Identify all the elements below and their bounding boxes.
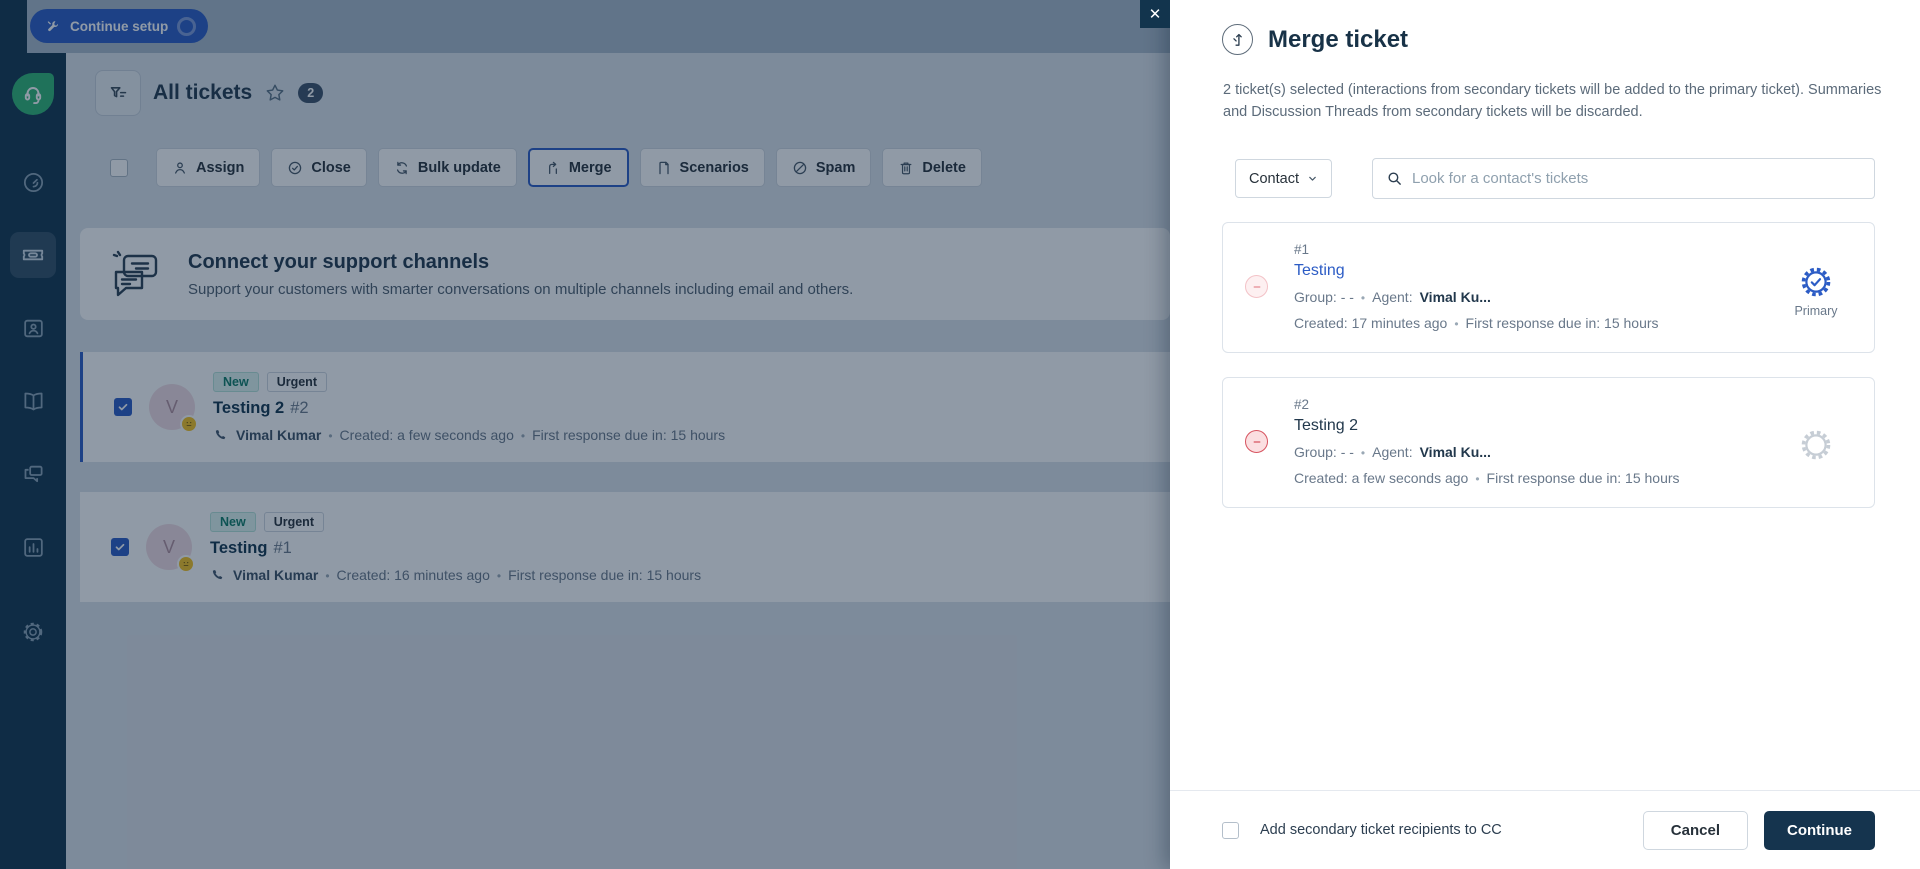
cc-checkbox-label: Add secondary ticket recipients to CC <box>1260 822 1502 838</box>
merge-circle-icon <box>1222 24 1253 55</box>
panel-title: Merge ticket <box>1268 25 1409 53</box>
separator-dot <box>1475 470 1479 486</box>
panel-footer: Add secondary ticket recipients to CC Ca… <box>1170 790 1920 869</box>
cancel-button[interactable]: Cancel <box>1642 810 1748 850</box>
separator-dot <box>1361 289 1365 305</box>
panel-description: 2 ticket(s) selected (interactions from … <box>1223 82 1882 121</box>
card-due: First response due in: 15 hours <box>1486 470 1680 486</box>
continue-button[interactable]: Continue <box>1764 810 1875 850</box>
card-agent-label: Agent: <box>1372 444 1413 460</box>
card-group: Group: - - <box>1294 444 1354 460</box>
separator-dot <box>1454 315 1458 331</box>
remove-ticket-icon[interactable] <box>1245 275 1268 298</box>
close-icon[interactable]: ✕ <box>1140 0 1170 28</box>
chevron-down-icon <box>1307 173 1318 184</box>
cc-checkbox[interactable] <box>1222 821 1239 839</box>
merge-card-primary[interactable]: #1 Testing Group: - - Agent: Vimal Ku...… <box>1222 222 1875 353</box>
contact-dropdown-label: Contact <box>1249 170 1299 187</box>
merge-ticket-panel: ✕ Merge ticket 2 ticket(s) selected (int… <box>1140 0 1920 869</box>
search-input[interactable] <box>1411 170 1861 187</box>
modal-backdrop[interactable] <box>0 0 1170 869</box>
card-agent-name: Vimal Ku... <box>1419 444 1491 460</box>
card-ticket-title-link[interactable]: Testing <box>1294 262 1659 280</box>
card-ticket-id: #2 <box>1294 397 1310 412</box>
primary-badge-label: Primary <box>1794 304 1838 318</box>
contact-dropdown[interactable]: Contact <box>1235 159 1332 198</box>
card-group: Group: - - <box>1294 289 1354 305</box>
card-agent-name: Vimal Ku... <box>1419 289 1491 305</box>
card-created: Created: a few seconds ago <box>1294 470 1469 486</box>
primary-badge-icon[interactable] <box>1788 265 1844 299</box>
remove-ticket-icon[interactable] <box>1245 430 1268 453</box>
contact-search[interactable] <box>1371 158 1875 199</box>
separator-dot <box>1361 444 1365 460</box>
card-due: First response due in: 15 hours <box>1465 315 1659 331</box>
card-ticket-title[interactable]: Testing 2 <box>1294 417 1680 435</box>
set-primary-badge-icon[interactable] <box>1788 428 1844 462</box>
card-agent-label: Agent: <box>1372 289 1413 305</box>
card-created: Created: 17 minutes ago <box>1294 315 1448 331</box>
merge-card-secondary[interactable]: #2 Testing 2 Group: - - Agent: Vimal Ku.… <box>1222 377 1875 508</box>
card-ticket-id: #1 <box>1294 242 1310 257</box>
search-icon <box>1386 170 1403 187</box>
